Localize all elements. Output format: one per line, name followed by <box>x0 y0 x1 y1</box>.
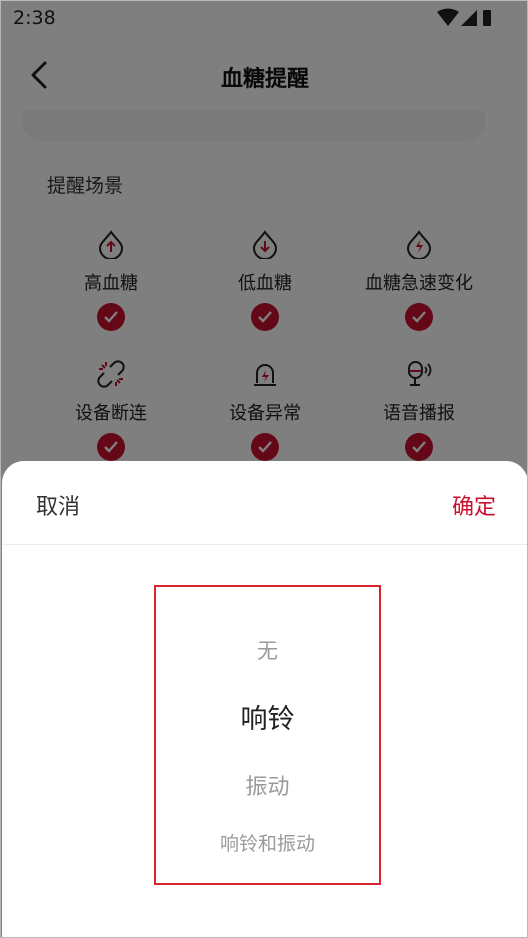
picker-option[interactable]: 响铃和振动 <box>156 829 379 856</box>
sheet-header: 取消 确定 <box>2 461 527 545</box>
picker-wheel[interactable]: 无 响铃 振动 响铃和振动 <box>154 585 381 885</box>
picker-option-selected[interactable]: 响铃 <box>156 697 379 736</box>
bottom-sheet-picker: 取消 确定 无 响铃 振动 响铃和振动 <box>2 461 527 937</box>
picker-option[interactable]: 振动 <box>156 769 379 801</box>
cancel-button[interactable]: 取消 <box>36 489 80 521</box>
app-screen: 2:38 血糖提醒 提醒场景 高血糖 低血糖 <box>0 0 528 938</box>
confirm-button[interactable]: 确定 <box>452 489 496 521</box>
picker-option[interactable]: 无 <box>156 635 379 665</box>
